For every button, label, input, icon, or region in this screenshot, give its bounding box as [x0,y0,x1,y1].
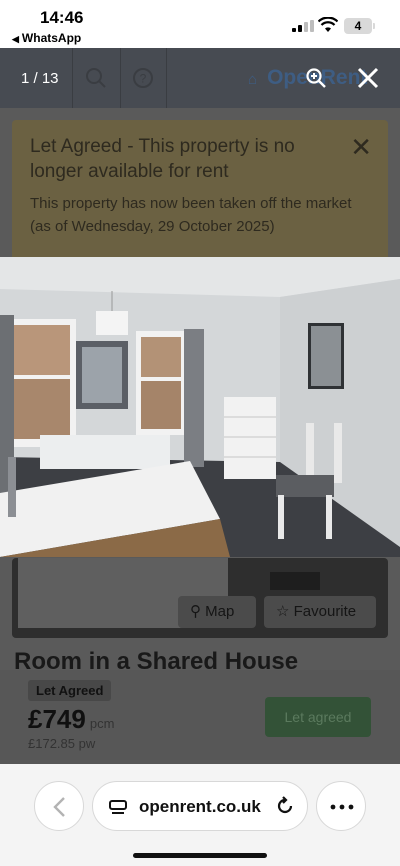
price-bar: Let Agreed £749 pcm £172.85 pw Let agreed [0,670,400,764]
status-time: 14:46 [40,8,84,27]
room-photo[interactable] [0,257,400,557]
close-gallery-icon[interactable] [356,66,380,90]
let-agreed-button[interactable]: Let agreed [265,697,371,737]
photo-counter: 1 / 13 [21,70,59,87]
more-dots-icon [330,804,354,810]
page-header: ? ⌂ OpenRent [0,48,400,108]
more-options-button[interactable] [316,781,366,831]
status-bar: 14:46 ◀ WhatsApp 4 [0,0,400,48]
notice-body: This property has now been taken off the… [30,195,352,235]
back-app-label: WhatsApp [21,31,82,45]
let-agreed-badge: Let Agreed [28,680,112,701]
price-weekly: £172.85 pw [28,736,96,751]
map-button[interactable]: ⚲ Map [178,596,256,628]
battery-icon: 4 [344,18,372,34]
notice-title: Let Agreed - This property is no longer … [30,136,295,182]
room-title: Room in a Shared House [14,648,299,670]
back-to-app-link[interactable]: ◀ WhatsApp [12,31,81,45]
price-unit: pcm [89,716,115,731]
help-icon[interactable]: ? [131,66,155,90]
home-indicator [133,853,267,858]
home-icon: ⌂ [248,71,258,88]
let-agreed-notice: Let Agreed - This property is no longer … [12,120,388,270]
favourite-button[interactable]: ☆ Favourite [264,596,376,628]
tabs-icon [109,800,127,814]
svg-text:?: ? [140,72,147,86]
favourite-label: Favourite [293,603,357,620]
zoom-in-icon[interactable] [304,66,328,90]
back-triangle-icon: ◀ [12,34,19,44]
price-monthly: £749 pcm [28,704,114,735]
notice-close-icon[interactable]: ✕ [350,132,372,163]
search-icon[interactable] [84,66,108,90]
url-bar[interactable]: openrent.co.uk [92,781,308,831]
url-text: openrent.co.uk [139,797,261,816]
browser-toolbar: openrent.co.uk [0,764,400,866]
map-pin-icon: ⚲ [190,603,201,620]
star-icon: ☆ [276,603,290,620]
wifi-icon [318,17,338,32]
browser-back-button[interactable] [34,781,84,831]
map-label: Map [205,603,235,620]
battery-cap [373,23,375,29]
chevron-left-icon [53,797,65,817]
price-value: £749 [28,704,86,734]
signal-icon [292,20,314,32]
reload-icon[interactable] [275,796,295,816]
